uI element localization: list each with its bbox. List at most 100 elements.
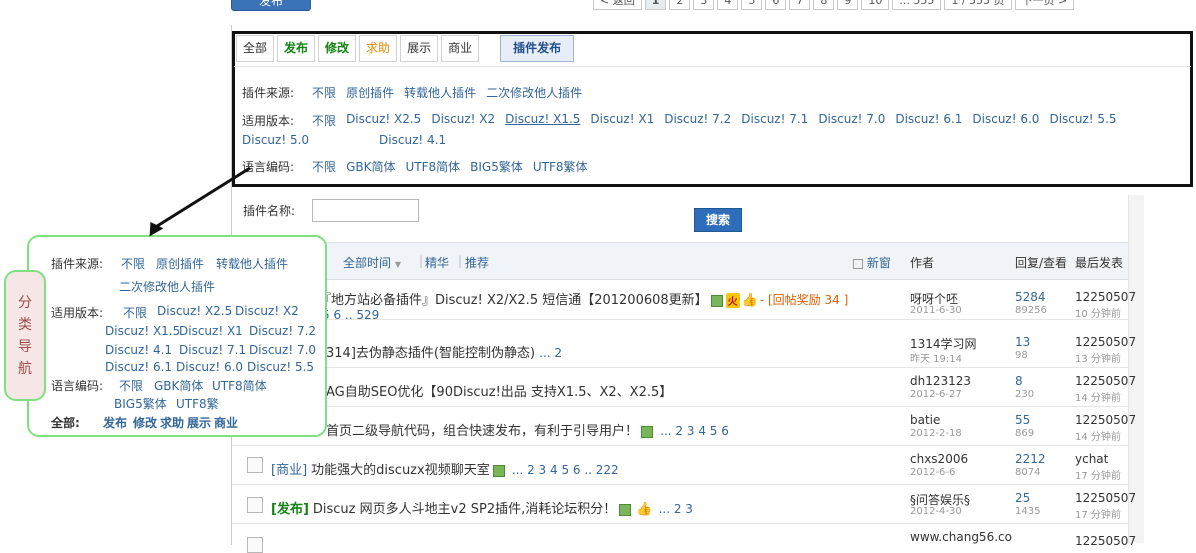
filter-option[interactable]: UTF8简体 (405, 158, 460, 175)
filter-option[interactable]: Discuz! 6.0 (972, 112, 1039, 129)
pager-page[interactable]: 5 (741, 0, 763, 10)
checkbox-icon[interactable] (853, 258, 863, 269)
reply-count[interactable]: 5284 (1015, 290, 1046, 304)
popup-option[interactable]: Discuz! 7.1 (179, 343, 246, 357)
last-poster[interactable]: 12250507 (1075, 335, 1136, 349)
popup-option[interactable]: Discuz! 4.1 (105, 343, 172, 357)
new-window-toggle[interactable]: 新窗 (853, 254, 891, 271)
popup-option[interactable]: 不限 (119, 377, 143, 394)
popup-option[interactable]: 展示 (187, 414, 211, 431)
popup-option[interactable]: Discuz! 6.1 (105, 360, 172, 374)
filter-option[interactable]: BIG5繁体 (470, 158, 523, 175)
filter-option[interactable]: Discuz! X1 (590, 112, 654, 129)
thread-author[interactable]: chxs2006 (910, 452, 968, 466)
filter-option[interactable]: Discuz! X2.5 (346, 112, 421, 129)
filter-option[interactable]: Discuz! 5.0 (242, 133, 309, 147)
last-post-time[interactable]: 14 分钟前 (1075, 389, 1121, 404)
filter-option[interactable]: 原创插件 (346, 84, 394, 101)
filter-option[interactable]: 不限 (312, 112, 336, 129)
plugin-name-input[interactable] (312, 199, 419, 222)
popup-option[interactable]: 原创插件 (156, 255, 204, 272)
last-poster[interactable]: 12250507 (1075, 534, 1136, 548)
filter-option[interactable]: Discuz! 5.5 (1049, 112, 1116, 129)
popup-option[interactable]: 二次修改他人插件 (119, 278, 215, 295)
popup-option[interactable]: UTF8简体 (212, 377, 267, 394)
filter-option[interactable]: GBK简体 (346, 158, 395, 175)
thread-title[interactable]: [商业] 功能强大的discuzx视频聊天室 ... 2 3 4 5 6 .. 2… (271, 459, 619, 478)
thread-pages[interactable]: ... 2 3 4 5 6 (660, 424, 729, 438)
category-nav-tab[interactable]: 分 类 导 航 (4, 270, 46, 401)
reply-count[interactable]: 55 (1015, 413, 1030, 427)
pager-page[interactable]: 8 (813, 0, 835, 10)
pager-back[interactable]: < 返回 (593, 0, 642, 10)
thread-pages[interactable]: 5 6 .. 529 (322, 308, 379, 322)
search-button[interactable]: 搜索 (694, 208, 742, 232)
thread-author[interactable]: batie (910, 413, 940, 427)
last-post-time[interactable]: 13 分钟前 (1075, 350, 1121, 365)
last-poster[interactable]: 12250507 (1075, 374, 1136, 388)
thread-author[interactable]: dh123123 (910, 374, 971, 388)
pager-page[interactable]: 1 (644, 0, 667, 10)
popup-option[interactable]: UTF8繁 (176, 395, 219, 412)
last-poster[interactable]: ychat (1075, 452, 1108, 466)
pager-next[interactable]: 下一页 > (1014, 0, 1075, 10)
filter-option[interactable]: 不限 (312, 84, 336, 101)
pager-page[interactable]: 9 (837, 0, 859, 10)
popup-option[interactable]: 不限 (123, 304, 147, 321)
reply-count[interactable]: 25 (1015, 491, 1030, 505)
pager-last[interactable]: ... 555 (892, 0, 942, 10)
popup-option[interactable]: 求助 (160, 414, 184, 431)
thread-category[interactable]: [商业] (271, 463, 307, 478)
filter-option[interactable]: Discuz! X2 (431, 112, 495, 129)
popup-option[interactable]: 修改 (133, 414, 157, 431)
thread-author[interactable]: www.chang56.co (910, 530, 1012, 544)
pager-jump-input[interactable]: 1 / 555 页 (944, 0, 1012, 10)
popup-option[interactable]: 发布 (103, 414, 127, 431)
reply-count[interactable]: 8 (1015, 374, 1023, 388)
filter-option[interactable]: Discuz! 7.2 (664, 112, 731, 129)
last-post-time[interactable]: 17 分钟前 (1075, 467, 1121, 482)
pager-page[interactable]: 7 (789, 0, 811, 10)
thread-pages[interactable]: ... 2 (539, 346, 562, 360)
pager-page[interactable]: 6 (765, 0, 787, 10)
filter-option[interactable]: Discuz! 6.1 (895, 112, 962, 129)
thread-pages[interactable]: ... 2 3 (659, 502, 693, 516)
tab-show[interactable]: 展示 (400, 35, 439, 62)
popup-option[interactable]: BIG5繁体 (114, 395, 167, 412)
tab-plugin-publish[interactable]: 插件发布 (500, 35, 575, 62)
filter-option[interactable]: Discuz! 7.1 (741, 112, 808, 129)
tab-all[interactable]: 全部 (236, 35, 275, 62)
filter-option[interactable]: 不限 (312, 158, 336, 175)
tab-modify[interactable]: 修改 (318, 35, 357, 62)
publish-button[interactable]: 发布 (231, 0, 311, 11)
popup-option[interactable]: Discuz! X2.5 (157, 304, 232, 318)
popup-option[interactable]: Discuz! X1 (179, 324, 243, 338)
popup-option[interactable]: GBK简体 (154, 377, 203, 394)
filter-option[interactable]: Discuz! 4.1 (379, 133, 446, 147)
pager-page[interactable]: 10 (861, 0, 890, 10)
thread-category[interactable]: [发布] (271, 502, 309, 517)
reply-count[interactable]: 13 (1015, 335, 1030, 349)
time-filter-dropdown[interactable]: 全部时间 ▼ (343, 254, 401, 271)
filter-option[interactable]: Discuz! 7.0 (818, 112, 885, 129)
thread-title[interactable]: 314]去伪静态插件(智能控制伪静态) ... 2 (326, 342, 562, 361)
filter-option[interactable]: UTF8繁体 (533, 158, 588, 175)
filter-option[interactable]: 转载他人插件 (404, 84, 476, 101)
last-post-time[interactable]: 17 分钟前 (1075, 506, 1121, 521)
last-poster[interactable]: 12250507 (1075, 290, 1136, 304)
popup-option[interactable]: Discuz! 6.0 (176, 360, 243, 374)
pager-page[interactable]: 3 (693, 0, 715, 10)
tab-help[interactable]: 求助 (359, 35, 398, 62)
reply-count[interactable]: 2212 (1015, 452, 1046, 466)
recommend-filter[interactable]: 推荐 (465, 254, 489, 271)
pager-page[interactable]: 4 (717, 0, 739, 10)
popup-option[interactable]: Discuz! 7.2 (249, 324, 316, 338)
popup-option[interactable]: Discuz! X1.5 (105, 324, 180, 338)
popup-option[interactable]: Discuz! X2 (235, 304, 299, 318)
filter-option[interactable]: 二次修改他人插件 (486, 84, 582, 101)
thread-title[interactable]: 『地方站必备插件』Discuz! X2/X2.5 短信通【201200608更新… (318, 289, 848, 308)
popup-option[interactable]: 不限 (121, 255, 145, 272)
thread-title[interactable]: [发布] Discuz 网页多人斗地主v2 SP2插件,消耗论坛积分！ 👍 ... … (271, 498, 693, 517)
thread-title[interactable]: 首页二级导航代码，组合快速发布，有利于引导用户！ ... 2 3 4 5 6 (326, 420, 729, 439)
thread-title[interactable]: AG自助SEO优化【90Discuz!出品 支持X1.5、X2、X2.5】 (326, 381, 672, 400)
